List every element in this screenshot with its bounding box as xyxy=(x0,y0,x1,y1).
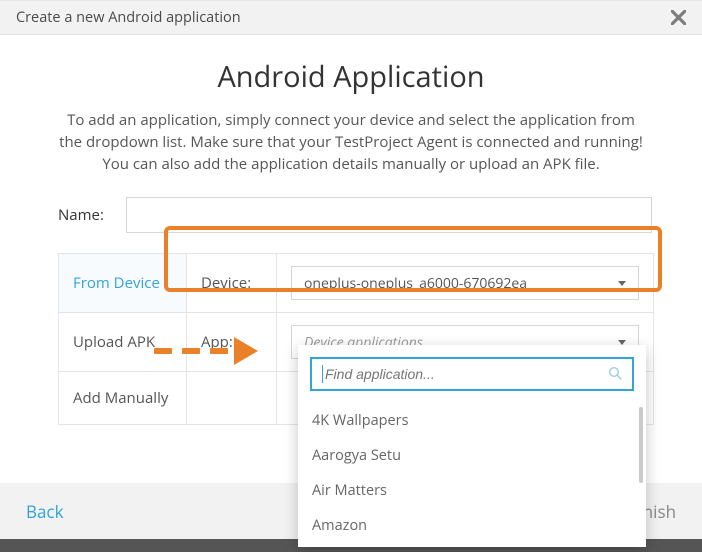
name-row: Name: xyxy=(58,197,654,233)
scrollbar-thumb[interactable] xyxy=(639,407,643,483)
tab-upload-apk[interactable]: Upload APK xyxy=(59,313,187,372)
tab-from-device[interactable]: From Device xyxy=(59,254,187,313)
tab-add-manually[interactable]: Add Manually xyxy=(59,372,187,425)
device-label-cell: Device: xyxy=(187,254,277,313)
app-dropdown: 4K Wallpapers Aarogya Setu Air Matters A… xyxy=(298,345,646,547)
app-label-cell: App: xyxy=(187,313,277,372)
device-field-cell: oneplus-oneplus_a6000-670692ea xyxy=(277,254,653,313)
chevron-down-icon xyxy=(618,281,626,286)
app-dropdown-list: 4K Wallpapers Aarogya Setu Air Matters A… xyxy=(298,403,646,543)
page-title: Android Application xyxy=(48,57,654,96)
app-search-box[interactable] xyxy=(310,357,634,391)
text-cursor xyxy=(322,365,323,383)
device-select-value: oneplus-oneplus_a6000-670692ea xyxy=(304,274,527,293)
device-select[interactable]: oneplus-oneplus_a6000-670692ea xyxy=(291,266,639,300)
close-icon[interactable] xyxy=(671,10,686,25)
app-option[interactable]: Air Matters xyxy=(298,473,646,508)
name-input[interactable] xyxy=(126,197,652,233)
search-icon[interactable] xyxy=(608,363,622,385)
app-option[interactable]: Aarogya Setu xyxy=(298,438,646,473)
app-search-input[interactable] xyxy=(325,366,608,382)
app-option[interactable]: Amazon xyxy=(298,508,646,543)
dialog-title: Create a new Android application xyxy=(16,8,241,27)
back-button[interactable]: Back xyxy=(26,500,64,523)
page-description: To add an application, simply connect yo… xyxy=(58,110,644,175)
chevron-down-icon xyxy=(618,340,626,345)
app-option[interactable]: 4K Wallpapers xyxy=(298,403,646,438)
name-label: Name: xyxy=(58,205,126,225)
dialog-header: Create a new Android application xyxy=(0,0,702,35)
empty-cell xyxy=(187,372,277,425)
